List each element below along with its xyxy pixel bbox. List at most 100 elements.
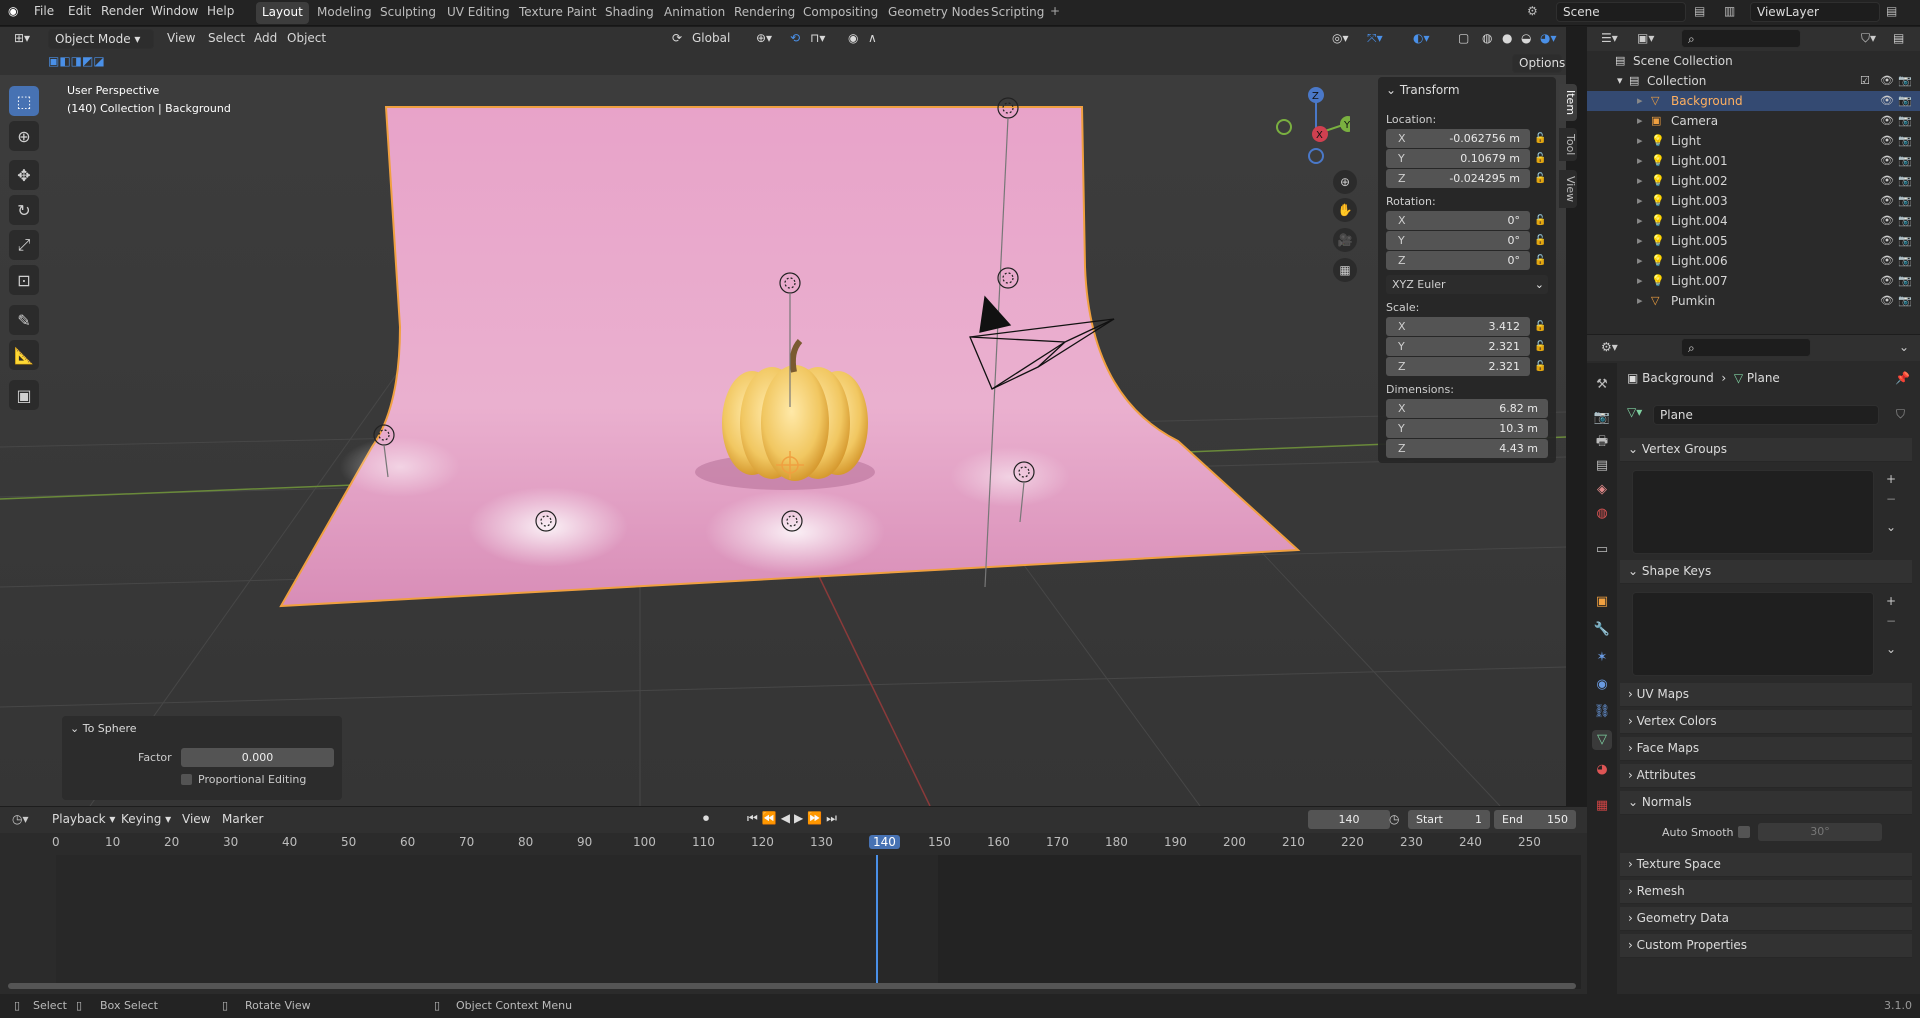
factor-field[interactable]: 0.000 — [181, 748, 334, 767]
menu-view[interactable]: View — [167, 31, 195, 45]
modifier-tab-icon[interactable]: 🔧 — [1592, 620, 1612, 640]
editor-type-icon[interactable]: ⊞▾ — [14, 31, 30, 45]
wireframe-shading-icon[interactable]: ◍ — [1482, 31, 1492, 45]
cursor-tool-icon[interactable]: ⊕ — [9, 121, 39, 151]
gizmo-icon[interactable]: ⤧▾ — [1367, 31, 1383, 46]
lock-icon[interactable]: 🔓 — [1534, 173, 1546, 185]
chevron-right-icon[interactable]: ▸ — [1637, 114, 1643, 127]
scale-z-field[interactable]: Z 2.321 — [1386, 357, 1530, 376]
section-uv-maps[interactable]: › UV Maps — [1620, 683, 1912, 707]
world-tab-icon[interactable]: ◍ — [1592, 504, 1612, 524]
menu-view[interactable]: View — [182, 812, 210, 826]
view-layer-icon[interactable]: ▥ — [1724, 4, 1735, 18]
checkbox-icon[interactable]: ☑ — [1860, 74, 1870, 87]
orientation-dropdown[interactable]: Global — [692, 31, 730, 45]
physics-tab-icon[interactable]: ◉ — [1592, 675, 1612, 695]
render-camera-icon[interactable]: 📷 — [1898, 274, 1912, 287]
select-tool-icon[interactable]: ⬚ — [9, 86, 39, 116]
outliner-item[interactable]: ▸ 💡 Light.002 👁 📷 — [1587, 171, 1920, 191]
chevron-right-icon[interactable]: ▸ — [1637, 254, 1643, 267]
tab-item[interactable]: Item — [1559, 84, 1577, 122]
material-shading-icon[interactable]: ◒ — [1521, 31, 1531, 45]
lock-icon[interactable]: 🔓 — [1534, 153, 1546, 165]
render-camera-icon[interactable]: 📷 — [1898, 294, 1912, 307]
chevron-right-icon[interactable]: ▸ — [1637, 134, 1643, 147]
chevron-right-icon[interactable]: ▸ — [1637, 274, 1643, 287]
view-layer-browse-icon[interactable]: ▤ — [1886, 4, 1897, 18]
render-camera-icon[interactable]: 📷 — [1898, 154, 1912, 167]
tab-texture-paint[interactable]: Texture Paint — [513, 2, 602, 24]
chevron-down-icon[interactable]: ▾ — [1617, 74, 1623, 87]
section-normals[interactable]: ⌄ Normals — [1620, 791, 1912, 815]
chevron-down-icon[interactable]: ⌄ — [1886, 642, 1896, 656]
tree-collection[interactable]: ▾ ▤ Collection ☑ 👁 📷 — [1587, 71, 1920, 91]
eye-icon[interactable]: 👁 — [1880, 154, 1894, 167]
add-icon[interactable]: + — [1886, 472, 1896, 486]
eye-icon[interactable]: 👁 — [1880, 174, 1894, 187]
scene-browse-icon[interactable]: ▤ — [1694, 4, 1705, 18]
section-vertex-groups[interactable]: ⌄ Vertex Groups — [1620, 438, 1912, 462]
outliner-item[interactable]: ▸ 💡 Light.004 👁 📷 — [1587, 211, 1920, 231]
proportional-editing-checkbox[interactable] — [181, 774, 192, 785]
chevron-right-icon[interactable]: ▸ — [1637, 194, 1643, 207]
scene-tab-icon[interactable]: ◈ — [1592, 480, 1612, 500]
dimensions-x-field[interactable]: X 6.82 m — [1386, 399, 1548, 418]
section-custom-properties[interactable]: › Custom Properties — [1620, 934, 1912, 958]
render-tab-icon[interactable]: 📷 — [1592, 408, 1612, 428]
start-frame-field[interactable]: Start 1 — [1408, 810, 1490, 829]
lock-icon[interactable]: 🔓 — [1534, 235, 1546, 247]
snap-target-icon[interactable]: ⊓▾ — [810, 31, 825, 45]
display-mode-icon[interactable]: ▣▾ — [1637, 31, 1654, 45]
eye-icon[interactable]: 👁 — [1880, 294, 1894, 307]
chevron-down-icon[interactable]: ⌄ — [1899, 340, 1909, 354]
playhead[interactable] — [876, 855, 878, 989]
particles-tab-icon[interactable]: ✶ — [1592, 648, 1612, 668]
options-dropdown[interactable]: Options — [1512, 54, 1565, 73]
mesh-browse-icon[interactable]: ▽▾ — [1627, 405, 1647, 425]
outliner-item[interactable]: ▸ 💡 Light.003 👁 📷 — [1587, 191, 1920, 211]
lock-icon[interactable]: 🔓 — [1534, 321, 1546, 333]
solid-shading-icon[interactable]: ● — [1502, 31, 1512, 45]
output-tab-icon[interactable]: 🖶 — [1592, 432, 1612, 452]
tab-compositing[interactable]: Compositing — [797, 2, 884, 24]
render-camera-icon[interactable]: 📷 — [1898, 114, 1912, 127]
properties-search-input[interactable]: ⌕ — [1681, 338, 1811, 357]
chevron-right-icon[interactable]: ▸ — [1637, 94, 1643, 107]
eye-icon[interactable]: 👁 — [1880, 134, 1894, 147]
scale-tool-icon[interactable]: ⤢ — [9, 230, 39, 260]
dimensions-z-field[interactable]: Z 4.43 m — [1386, 439, 1548, 458]
rotate-tool-icon[interactable]: ↻ — [9, 195, 39, 225]
orientation-icon[interactable]: ⟳ — [672, 31, 682, 45]
fake-user-icon[interactable]: ⛉ — [1896, 407, 1905, 422]
tree-scene-collection[interactable]: ▤ Scene Collection — [1587, 51, 1920, 71]
object-tab-icon[interactable]: ▣ — [1592, 592, 1612, 612]
move-tool-icon[interactable]: ✥ — [9, 160, 39, 190]
chevron-right-icon[interactable]: ▸ — [1637, 294, 1643, 307]
playback-controls-icon[interactable]: ⏮⏪◀▶⏩⏭ — [747, 811, 841, 826]
view-layer-tab-icon[interactable]: ▤ — [1592, 456, 1612, 476]
section-attributes[interactable]: › Attributes — [1620, 764, 1912, 788]
render-camera-icon[interactable]: 📷 — [1898, 214, 1912, 227]
chevron-right-icon[interactable]: ▸ — [1637, 154, 1643, 167]
camera-view-icon[interactable]: 🎥 — [1333, 228, 1357, 252]
lock-icon[interactable]: 🔓 — [1534, 255, 1546, 267]
eye-icon[interactable]: 👁 — [1880, 214, 1894, 227]
pan-hand-icon[interactable]: ✋ — [1333, 198, 1357, 222]
chevron-right-icon[interactable]: ▸ — [1637, 234, 1643, 247]
navigation-gizmo[interactable]: Z Y X — [1270, 82, 1350, 164]
outliner-item[interactable]: ▸ 💡 Light 👁 📷 — [1587, 131, 1920, 151]
menu-keying[interactable]: Keying ▾ — [121, 812, 171, 826]
tab-animation[interactable]: Animation — [658, 2, 731, 24]
chevron-down-icon[interactable]: ⌄ — [1386, 83, 1396, 97]
chevron-right-icon[interactable]: ▸ — [1637, 214, 1643, 227]
clock-icon[interactable]: ◷▾ — [12, 812, 29, 826]
filter-icon[interactable]: ⛉▾ — [1861, 31, 1876, 46]
remove-icon[interactable]: − — [1886, 492, 1896, 506]
section-vertex-colors[interactable]: › Vertex Colors — [1620, 710, 1912, 734]
section-texture-space[interactable]: › Texture Space — [1620, 853, 1912, 877]
texture-tab-icon[interactable]: ▦ — [1592, 796, 1612, 816]
rotation-z-field[interactable]: Z 0° — [1386, 251, 1530, 270]
eye-icon[interactable]: 👁 — [1880, 114, 1894, 127]
zoom-icon[interactable]: ⊕ — [1333, 170, 1357, 194]
eye-icon[interactable]: 👁 — [1880, 74, 1894, 87]
